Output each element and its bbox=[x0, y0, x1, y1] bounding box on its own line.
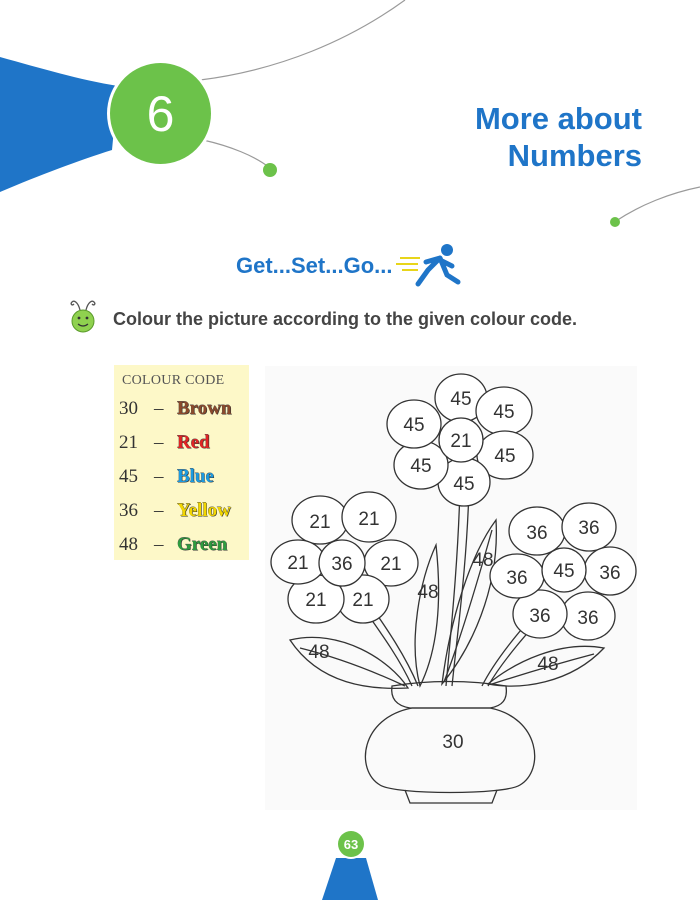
petal-number: 36 bbox=[526, 523, 547, 544]
centre-number: 45 bbox=[553, 561, 574, 582]
petal-number: 21 bbox=[380, 554, 401, 575]
petal-number: 36 bbox=[578, 518, 599, 539]
page-number: 63 bbox=[338, 831, 364, 857]
petal-number: 21 bbox=[358, 509, 379, 530]
vase-neck bbox=[391, 680, 508, 709]
petal-number: 21 bbox=[305, 590, 326, 611]
leaf-number: 48 bbox=[537, 654, 558, 675]
petal-number: 45 bbox=[403, 415, 424, 436]
petal-number: 21 bbox=[287, 553, 308, 574]
petal-number: 36 bbox=[599, 563, 620, 584]
picture-numbers: 45 45 45 45 45 45 21 21 21 21 21 21 21 3… bbox=[287, 389, 620, 753]
leaf-number: 48 bbox=[472, 550, 493, 571]
petal-number: 36 bbox=[506, 568, 527, 589]
petal-number: 21 bbox=[309, 512, 330, 533]
leaf bbox=[414, 542, 440, 688]
petal-number: 36 bbox=[529, 606, 550, 627]
petal-number: 45 bbox=[450, 389, 471, 410]
petal-number: 45 bbox=[410, 456, 431, 477]
centre-number: 21 bbox=[450, 431, 471, 452]
centre-number: 36 bbox=[331, 554, 352, 575]
vase-number: 30 bbox=[442, 732, 463, 753]
petal-number: 36 bbox=[577, 608, 598, 629]
petal-number: 45 bbox=[493, 402, 514, 423]
petal-number: 45 bbox=[494, 446, 515, 467]
flower-vase-picture: 45 45 45 45 45 45 21 21 21 21 21 21 21 3… bbox=[270, 373, 637, 804]
leaf-number: 48 bbox=[417, 582, 438, 603]
petal-number: 21 bbox=[352, 590, 373, 611]
petal-number: 45 bbox=[453, 474, 474, 495]
leaf-number: 48 bbox=[308, 642, 329, 663]
